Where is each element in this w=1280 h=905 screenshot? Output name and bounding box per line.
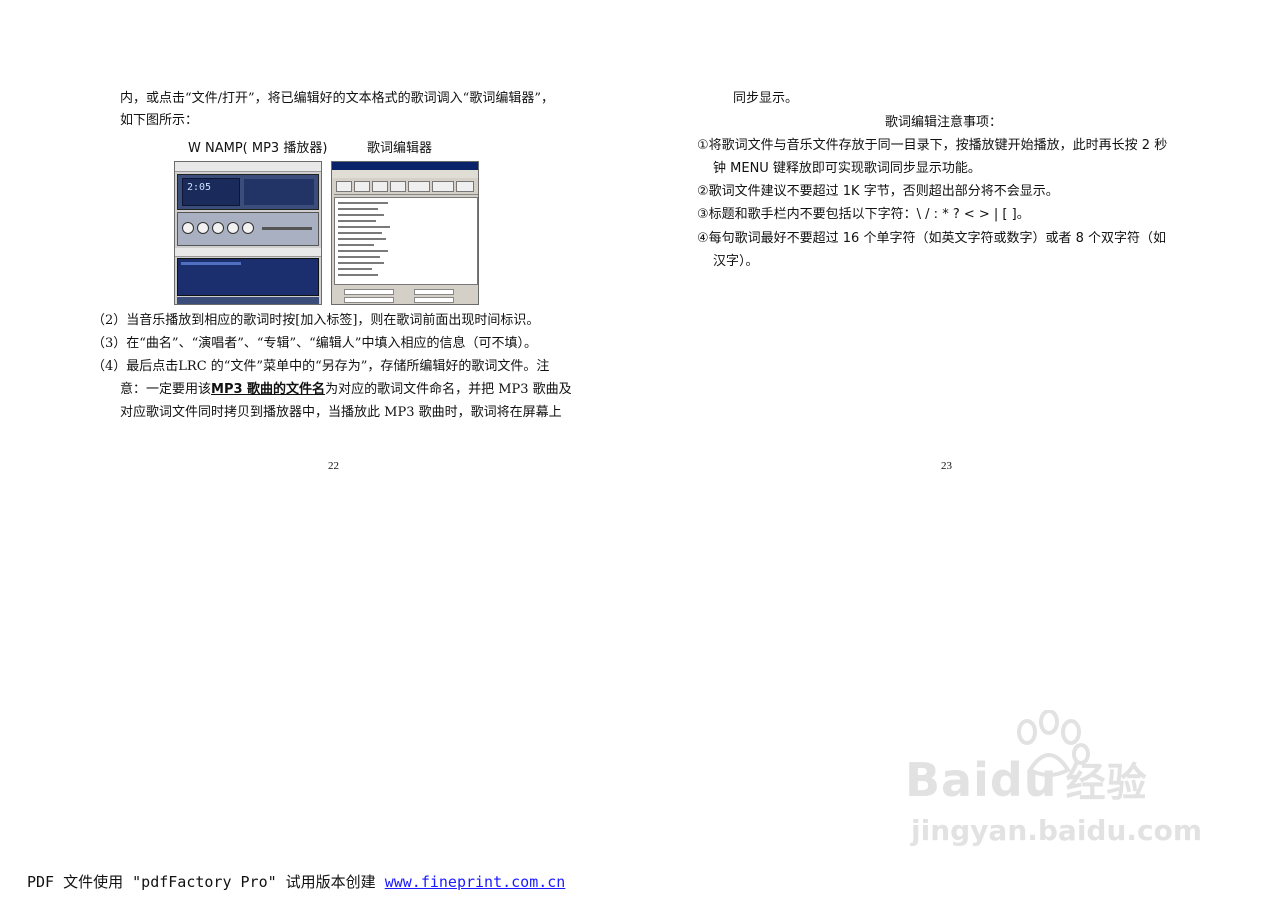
stop-icon bbox=[227, 222, 239, 234]
playlist-row bbox=[181, 262, 241, 265]
lyric-row bbox=[338, 214, 384, 216]
editor-menu-bar bbox=[332, 170, 478, 178]
baidu-jingyan-watermark: Baidu 经验 jingyan.baidu.com bbox=[905, 710, 1205, 860]
paragraph-line-2: 如下图所示： bbox=[120, 113, 199, 128]
editor-title-bar bbox=[332, 162, 478, 170]
note-1-line-1: ①将歌词文件与音乐文件存放于同一目录下，按播放键开始播放，此时再长按 2 秒 bbox=[697, 138, 1168, 153]
item-4-text-post: 为对应的歌词文件命名，并把 MP3 歌曲及 bbox=[325, 382, 572, 397]
lyric-row bbox=[338, 274, 378, 276]
lyric-row bbox=[338, 262, 384, 264]
winamp-visualizer bbox=[244, 179, 314, 205]
note-4-line-1: ④每句歌词最好不要超过 16 个单字符（如英文字符或数字）或者 8 个双字符（如 bbox=[697, 231, 1166, 246]
winamp-screenshot: 2:05 bbox=[174, 161, 322, 305]
lyric-row bbox=[338, 208, 378, 210]
lyric-row bbox=[338, 256, 380, 258]
editor-toolbar bbox=[334, 179, 478, 195]
lyric-row bbox=[338, 226, 390, 228]
playlist-menu-bar bbox=[175, 248, 321, 257]
watermark-brand: Baidu 经验 bbox=[905, 750, 1148, 808]
page-number-right: 23 bbox=[941, 460, 952, 472]
item-4-text-pre: 意：一定要用该 bbox=[120, 382, 212, 397]
left-page: 内，或点击“文件/打开”，将已编辑好的文本格式的歌词调入“歌词编辑器”， 如下图… bbox=[0, 0, 640, 905]
toolbar-button bbox=[390, 181, 406, 192]
watermark-brand-du: du bbox=[989, 753, 1058, 807]
note-3: ③标题和歌手栏内不要包括以下字符：\ / : * ? < > | [ ]。 bbox=[697, 207, 1030, 222]
notes-heading: 歌词编辑注意事项： bbox=[885, 115, 1003, 130]
playlist-footer bbox=[177, 297, 319, 304]
continued-line: 同步显示。 bbox=[733, 91, 799, 106]
editor-name-field bbox=[414, 297, 454, 303]
winamp-main-panel: 2:05 bbox=[177, 174, 319, 210]
artist-field bbox=[414, 289, 454, 295]
lyric-row bbox=[338, 220, 376, 222]
pause-icon bbox=[212, 222, 224, 234]
toolbar-button bbox=[354, 181, 370, 192]
item-4-line-3: 对应歌词文件同时拷贝到播放器中，当播放此 MP3 歌曲时，歌词将在屏幕上 bbox=[120, 405, 562, 420]
lyrics-editor-screenshot bbox=[331, 161, 479, 305]
toolbar-button bbox=[456, 181, 474, 192]
toolbar-button bbox=[372, 181, 388, 192]
item-2: （2）当音乐播放到相应的歌词时按[加入标签]，则在歌词前面出现时间标识。 bbox=[92, 313, 540, 328]
editor-text-area bbox=[334, 197, 478, 285]
lyric-row bbox=[338, 238, 386, 240]
emphasis-filename: MP3 歌曲的文件名 bbox=[211, 382, 326, 397]
toolbar-button bbox=[408, 181, 430, 192]
note-2: ②歌词文件建议不要超过 1K 字节，否则超出部分将不会显示。 bbox=[697, 184, 1059, 199]
fineprint-link[interactable]: www.fineprint.com.cn bbox=[385, 873, 566, 891]
editor-caption: 歌词编辑器 bbox=[367, 141, 433, 156]
winamp-controls bbox=[177, 212, 319, 246]
paragraph-line-1: 内，或点击“文件/打开”，将已编辑好的文本格式的歌词调入“歌词编辑器”， bbox=[120, 91, 554, 106]
album-field bbox=[344, 297, 394, 303]
item-4-line-1: （4）最后点击LRC 的“文件”菜单中的“另存为”，存储所编辑好的歌词文件。注 bbox=[92, 359, 550, 374]
note-4-line-2: 汉字）。 bbox=[713, 254, 759, 269]
winamp-display: 2:05 bbox=[182, 178, 240, 206]
pdf-footer: PDF 文件使用 "pdfFactory Pro" 试用版本创建 www.fin… bbox=[27, 871, 565, 892]
toolbar-button bbox=[336, 181, 352, 192]
watermark-brand-bai: Bai bbox=[905, 753, 990, 807]
item-4-line-2: 意：一定要用该MP3 歌曲的文件名为对应的歌词文件命名，并把 MP3 歌曲及 bbox=[120, 381, 572, 399]
footer-text: PDF 文件使用 "pdfFactory Pro" 试用版本创建 bbox=[27, 873, 385, 891]
lyric-row bbox=[338, 244, 374, 246]
playlist-panel bbox=[177, 258, 319, 296]
prev-icon bbox=[182, 222, 194, 234]
play-icon bbox=[197, 222, 209, 234]
page-number-left: 22 bbox=[328, 460, 339, 472]
toolbar-button bbox=[432, 181, 454, 192]
winamp-caption: W NAMP( MP3 播放器) bbox=[188, 141, 328, 156]
item-3: （3）在“曲名”、“演唱者”、“专辑”、“编辑人”中填入相应的信息（可不填）。 bbox=[92, 336, 537, 351]
watermark-url: jingyan.baidu.com bbox=[911, 814, 1203, 847]
lyric-row bbox=[338, 268, 372, 270]
lyric-row bbox=[338, 250, 388, 252]
title-field bbox=[344, 289, 394, 295]
editor-info-fields bbox=[334, 287, 478, 304]
winamp-time: 2:05 bbox=[187, 182, 212, 193]
next-icon bbox=[242, 222, 254, 234]
lyric-row bbox=[338, 232, 382, 234]
volume-slider bbox=[262, 227, 312, 230]
note-1-line-2: 钟 MENU 键释放即可实现歌词同步显示功能。 bbox=[713, 161, 981, 176]
winamp-menu-bar bbox=[175, 162, 321, 172]
lyric-row bbox=[338, 202, 388, 204]
watermark-brand-jingyan: 经验 bbox=[1065, 760, 1148, 806]
